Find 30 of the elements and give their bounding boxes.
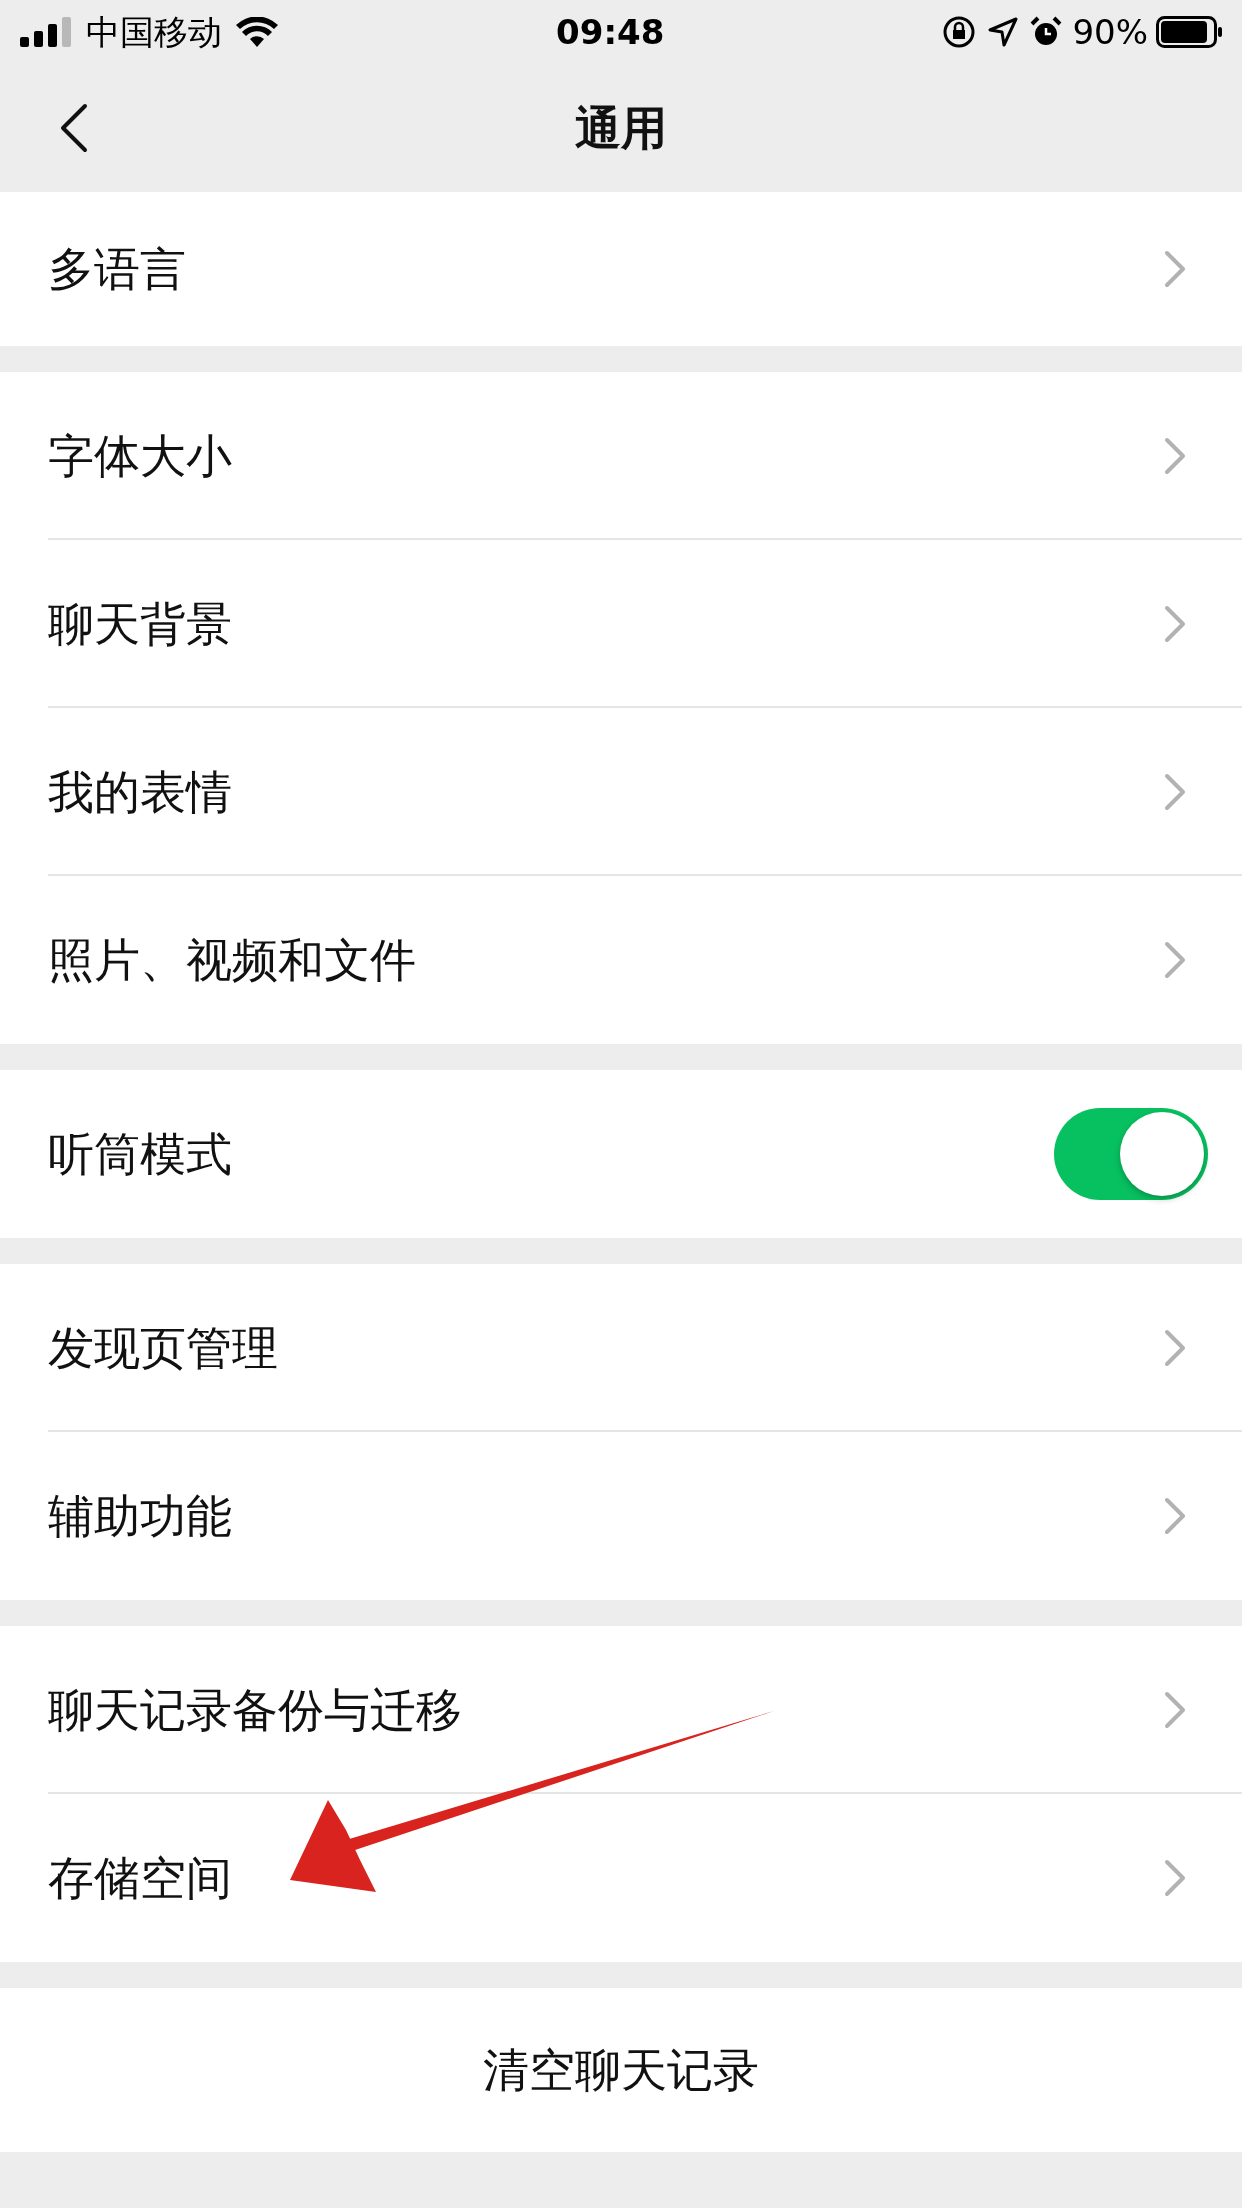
setting-label: 多语言	[48, 240, 187, 298]
chevron-right-icon	[1164, 1691, 1186, 1729]
setting-label: 聊天背景	[48, 595, 233, 653]
chevron-right-icon	[1164, 941, 1186, 979]
carrier-name: 中国移动	[86, 10, 222, 54]
chevron-right-icon	[1164, 437, 1186, 475]
wifi-icon	[236, 17, 278, 47]
alarm-icon	[1030, 16, 1063, 48]
setting-label: 发现页管理	[48, 1319, 279, 1377]
chevron-right-icon	[1164, 773, 1186, 811]
clear-chat-history-button[interactable]: 清空聊天记录	[0, 1988, 1242, 2152]
setting-label: 存储空间	[48, 1849, 233, 1907]
chevron-right-icon	[1164, 605, 1186, 643]
setting-label: 我的表情	[48, 763, 233, 821]
chevron-right-icon	[1164, 250, 1186, 288]
chevron-right-icon	[1164, 1329, 1186, 1367]
page-title: 通用	[575, 99, 667, 157]
clock-time: 09:48	[556, 10, 665, 54]
setting-label: 字体大小	[48, 427, 233, 485]
battery-icon	[1156, 16, 1222, 48]
battery-percent: 90%	[1072, 10, 1148, 54]
setting-label: 听筒模式	[48, 1125, 233, 1183]
setting-label: 辅助功能	[48, 1487, 233, 1545]
setting-label: 照片、视频和文件	[48, 931, 417, 989]
setting-label: 聊天记录备份与迁移	[48, 1681, 463, 1739]
chevron-right-icon	[1164, 1497, 1186, 1535]
rotation-lock-icon	[942, 15, 977, 49]
signal-icon	[20, 17, 74, 47]
chevron-right-icon	[1164, 1859, 1186, 1897]
location-icon	[988, 17, 1019, 47]
